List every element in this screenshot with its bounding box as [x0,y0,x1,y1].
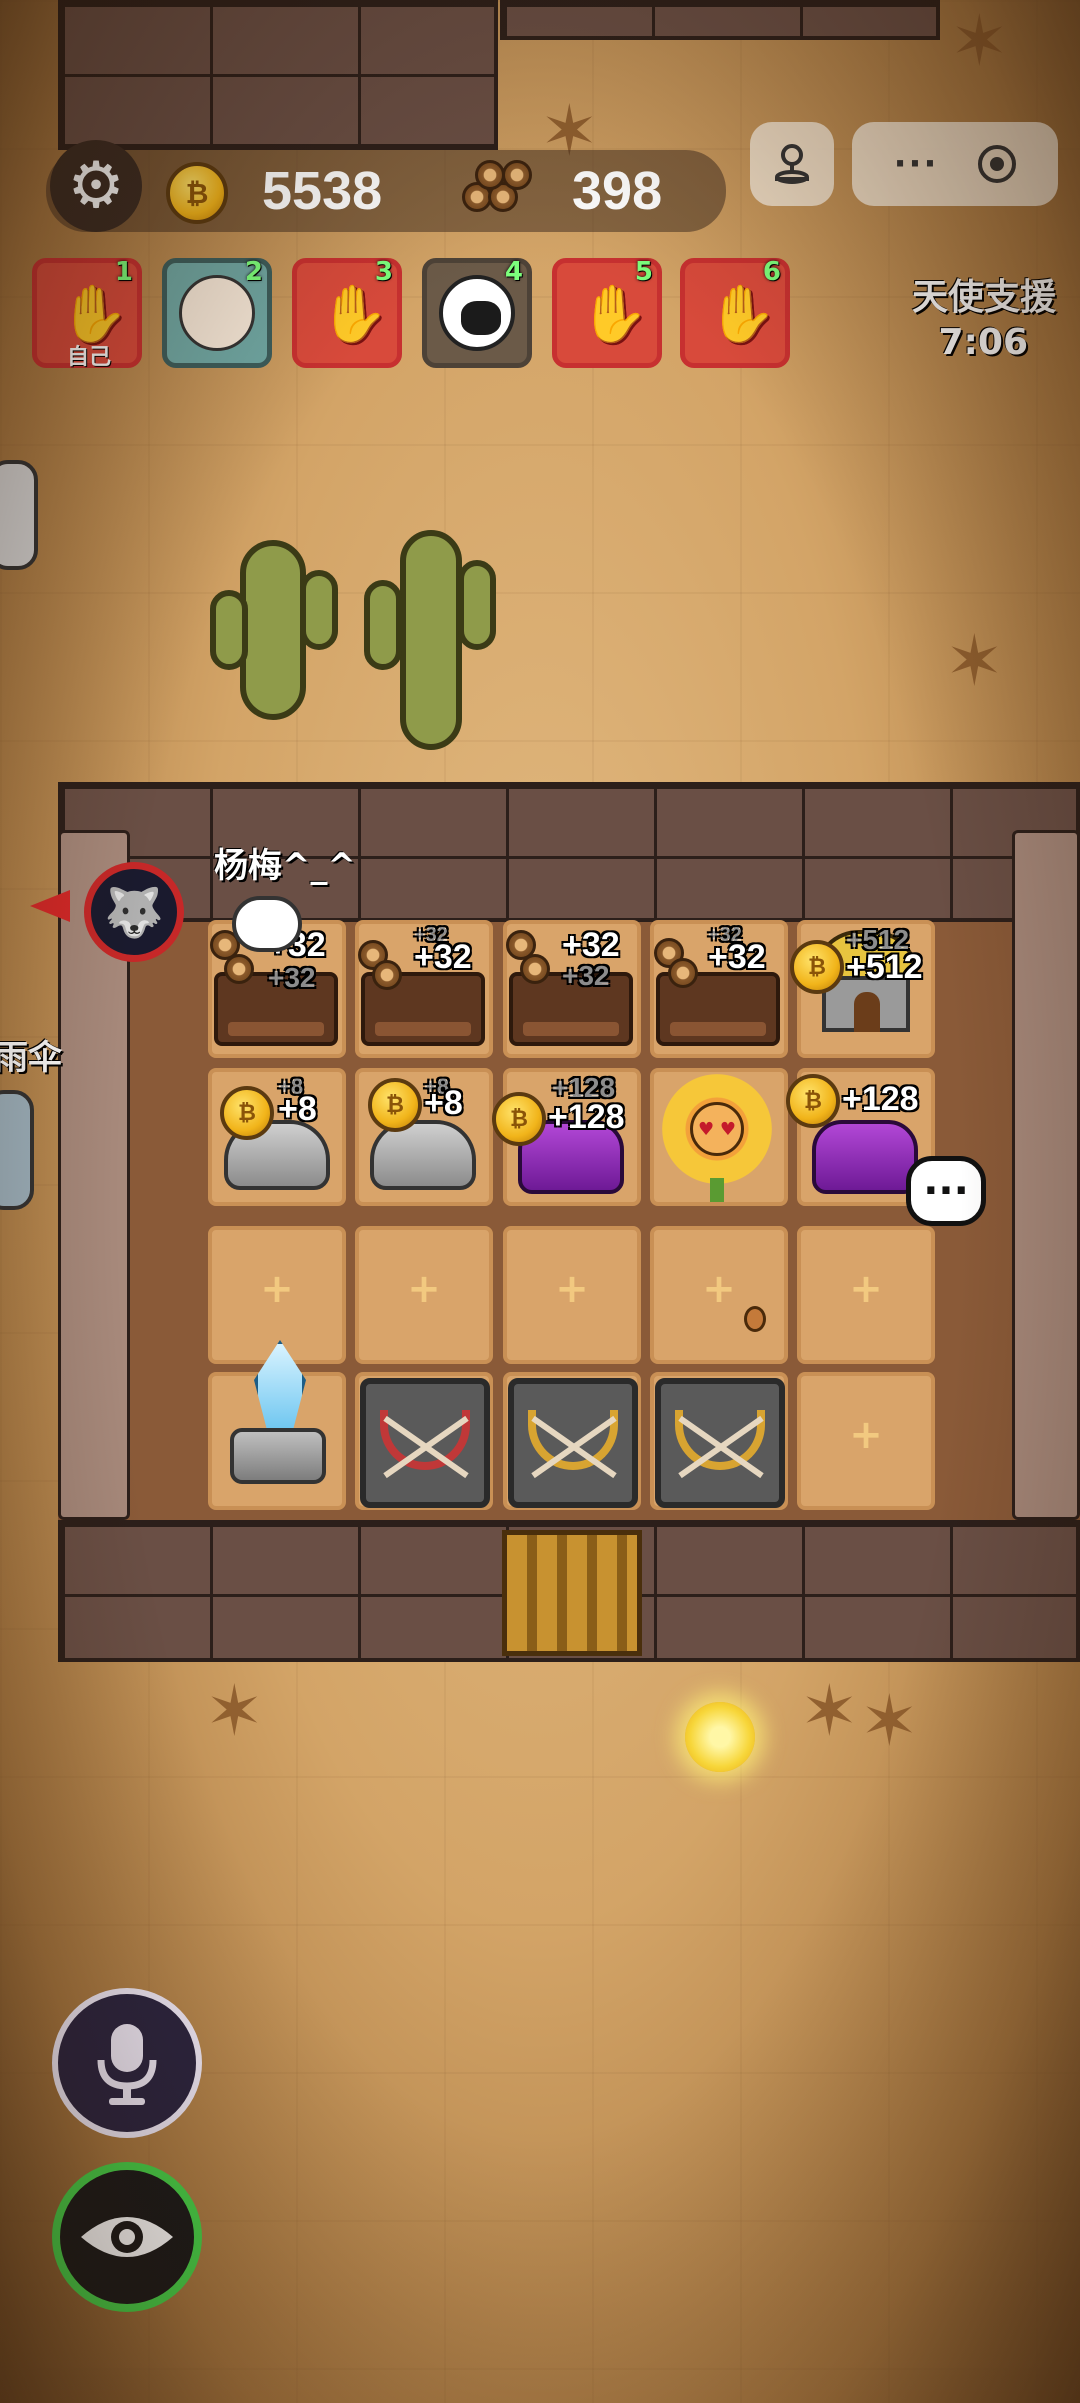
empty-slot[interactable] [650,1226,788,1364]
empty-slot[interactable] [797,1372,935,1510]
settings-gear-icon[interactable]: ⚙ [50,140,142,232]
coin-icon: ₿ [166,162,228,224]
bed-income-ghost: +32 [414,924,448,946]
hut-income-label: +512 [846,948,923,986]
cactus-decoration [210,590,248,670]
empty-slot[interactable] [797,1226,935,1364]
player-avatar-3[interactable]: ✋ 3 [292,257,402,368]
gold-crossbow-turret[interactable] [508,1378,638,1508]
sheep-character-edge [0,460,38,570]
voice-mic-button[interactable] [52,1988,202,2138]
side-player-name: 雨伞 [0,1038,62,1078]
player-avatar-5[interactable]: ✋ 5 [552,257,662,368]
coin-icon: ₿ [786,1074,840,1128]
close-target-icon[interactable] [978,145,1017,183]
joystick-icon [775,144,809,184]
bed-income-ghost: +32 [562,960,610,991]
coin-icon: ₿ [368,1078,422,1132]
wood-logs-icon [654,928,714,988]
crystal-mine[interactable] [812,1120,918,1194]
wall-pillar [1012,830,1080,1520]
cactus-decoration [300,570,338,650]
wood-logs-icon [358,930,418,990]
dry-leaf-decoration: ✶ [950,0,1009,82]
coin-count: 5538 [262,161,383,221]
eye-icon [81,2217,173,2257]
empty-slot[interactable] [208,1226,346,1364]
crab-claw-icon: ✋ [59,282,129,347]
girl-face-icon [179,275,255,351]
mine-income-label: +8 [424,1084,463,1122]
dry-leaf-decoration: ✶ [860,1680,919,1762]
board-top-wall [58,782,1080,922]
sun-pickup-icon[interactable] [685,1702,755,1772]
dry-leaf-decoration: ✶ [945,620,1004,702]
more-dots-icon[interactable]: ··· [894,144,939,184]
red-crossbow-turret[interactable] [360,1378,490,1508]
pebble [744,1306,766,1332]
enemy-pointer-icon [30,890,70,922]
crab-claw-icon: ✋ [707,282,777,347]
gold-crossbow-turret[interactable] [655,1378,785,1508]
top-wall-left [58,0,498,150]
wood-logs-icon [462,158,532,218]
sheep-face-icon [439,275,515,351]
cactus-decoration [400,530,462,750]
coin-icon: ₿ [220,1086,274,1140]
bed-income-ghost: +32 [268,962,316,993]
player-avatar-2[interactable]: 2 [162,257,272,368]
chat-bubble-icon[interactable]: ··· [906,1156,986,1226]
cactus-decoration [458,560,496,650]
angel-support-title: 天使支援 [911,277,1056,318]
capsule-menu[interactable]: ··· [852,122,1058,206]
mine-income-label: +8 [278,1090,317,1128]
player-avatar-1[interactable]: ✋ 1 自己 [32,257,142,370]
wood-logs-icon [506,920,566,984]
wood-count: 398 [572,161,663,221]
coin-icon: ₿ [790,940,844,994]
mine-income-label: +128 [548,1098,625,1136]
top-wall-right [500,0,940,40]
microphone-icon [97,2024,157,2105]
mine-income-label: +128 [842,1080,919,1118]
spectate-eye-button[interactable] [52,2162,202,2312]
crab-claw-icon: ✋ [579,282,649,347]
player-avatar-4[interactable]: 4 [422,257,532,368]
cactus-decoration [364,580,402,670]
dry-leaf-decoration: ✶ [205,1670,264,1752]
cactus-decoration [240,540,306,720]
dry-leaf-decoration: ✶ [800,1670,859,1752]
bed-income-ghost: +32 [708,924,742,946]
sheep-player-icon[interactable] [232,896,302,952]
profile-button[interactable] [750,122,834,206]
crab-claw-icon: ✋ [319,282,389,347]
heart-eyes-face-icon: ♥ ♥ [690,1102,744,1156]
angel-support-timer: 7:06 [938,322,1028,363]
wooden-gate[interactable] [502,1530,642,1656]
wolf-enemy-icon[interactable]: 🐺 [84,862,184,962]
sheep-character-edge [0,1090,34,1210]
player-avatar-6[interactable]: ✋ 6 [680,257,790,368]
player-name-label: 杨梅^_^ [214,846,356,886]
empty-slot[interactable] [355,1226,493,1364]
coin-icon: ₿ [492,1092,546,1146]
empty-slot[interactable] [503,1226,641,1364]
